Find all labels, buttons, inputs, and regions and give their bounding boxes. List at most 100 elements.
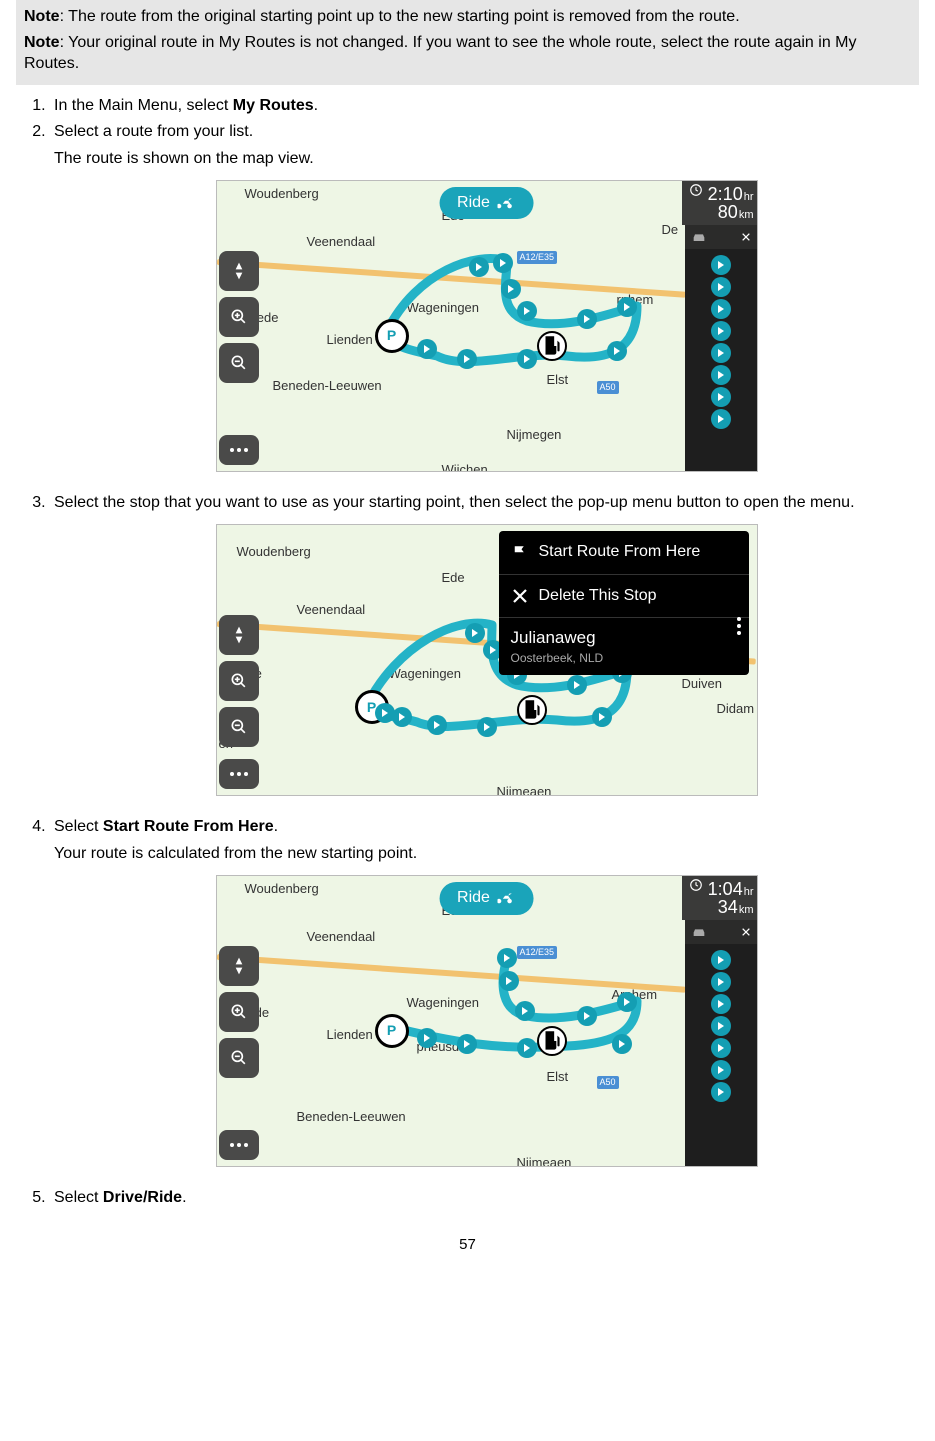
route-stop-icon[interactable] [577, 309, 597, 329]
route-stop-icon[interactable] [612, 1034, 632, 1054]
figure-1: Woudenberg Veenendaal Ede Duurstede Lien… [54, 180, 919, 472]
zoom-out-button[interactable] [219, 1038, 259, 1078]
ride-button[interactable]: Ride [439, 882, 534, 914]
zoom-in-button[interactable] [219, 992, 259, 1032]
route-bar-stop [711, 950, 731, 970]
zoom-in-button[interactable] [219, 661, 259, 701]
car-icon [691, 229, 707, 245]
map-label: Duiven [682, 675, 722, 693]
route-bar-stop [711, 1016, 731, 1036]
map-label: Lienden [327, 331, 373, 349]
start-route-here-item[interactable]: Start Route From Here [499, 531, 749, 574]
route-bar-stop [711, 1060, 731, 1080]
route-stop-icon[interactable] [517, 1038, 537, 1058]
delete-stop-item[interactable]: Delete This Stop [499, 575, 749, 618]
route-stop-icon[interactable] [427, 715, 447, 735]
route-bar-stop [711, 994, 731, 1014]
clock-icon [689, 878, 703, 892]
route-stop-icon[interactable] [517, 301, 537, 321]
route-stop-icon[interactable] [567, 675, 587, 695]
route-stop-icon[interactable] [577, 1006, 597, 1026]
route-bar[interactable] [685, 944, 757, 1166]
map-label: Wageningen [407, 994, 480, 1012]
map-label: Veenendaal [307, 928, 376, 946]
map-label: Nijmegen [507, 426, 562, 444]
zoom-out-button[interactable] [219, 343, 259, 383]
stop-location-label[interactable]: Julianaweg Oosterbeek, NLD [499, 618, 749, 675]
route-bar-stop [711, 365, 731, 385]
manual-page: Note: The route from the original starti… [0, 0, 935, 1283]
more-button[interactable] [219, 759, 259, 789]
route-stop-icon[interactable] [517, 349, 537, 369]
route-stop-icon[interactable] [592, 707, 612, 727]
route-stop-icon[interactable] [501, 279, 521, 299]
route-bar-stop [711, 299, 731, 319]
route-bar-stop [711, 277, 731, 297]
road-tag: A50 [597, 1076, 619, 1089]
eta-panel: 1:04hr 34km [682, 876, 758, 920]
route-stop-icon[interactable] [607, 341, 627, 361]
steps-list: In the Main Menu, select My Routes. Sele… [16, 93, 919, 1212]
popup-more-icon[interactable] [737, 617, 741, 635]
motorcycle-icon [498, 194, 516, 212]
route-stop-icon[interactable] [493, 253, 513, 273]
zoom-in-button[interactable] [219, 297, 259, 337]
step-5: Select Drive/Ride. [50, 1185, 919, 1211]
route-stop-icon[interactable] [417, 339, 437, 359]
map-controls [219, 251, 259, 383]
start-point-icon[interactable]: P [375, 319, 409, 353]
route-stop-icon[interactable] [515, 1001, 535, 1021]
route-info-panel: 2:10hr 80km [685, 181, 757, 471]
route-stop-icon[interactable] [392, 707, 412, 727]
map-label: Ede [442, 569, 465, 587]
orient-button[interactable] [219, 946, 259, 986]
close-icon[interactable] [741, 927, 751, 937]
route-stop-icon[interactable] [469, 257, 489, 277]
ride-button[interactable]: Ride [439, 187, 534, 219]
fuel-poi-icon[interactable] [517, 695, 547, 725]
route-stop-icon[interactable] [477, 717, 497, 737]
step-4: Select Start Route From Here. Your route… [50, 814, 919, 1185]
orient-button[interactable] [219, 251, 259, 291]
close-icon[interactable] [741, 232, 751, 242]
route-stop-icon[interactable] [617, 297, 637, 317]
step-4-sub: Your route is calculated from the new st… [54, 843, 919, 865]
step-1: In the Main Menu, select My Routes. [50, 93, 919, 119]
route-stop-icon[interactable] [457, 1034, 477, 1054]
route-bar-stop [711, 409, 731, 429]
note-2: Note: Your original route in My Routes i… [24, 32, 911, 75]
fuel-poi-icon[interactable] [537, 1026, 567, 1056]
route-bar[interactable] [685, 249, 757, 471]
map-label: Veenendaal [297, 601, 366, 619]
map-label: Beneden-Leeuwen [297, 1108, 406, 1126]
map-label: Wiichen [442, 461, 488, 472]
eta-panel: 2:10hr 80km [682, 181, 758, 225]
route-bar-stop [711, 343, 731, 363]
fuel-poi-icon[interactable] [537, 331, 567, 361]
route-stop-icon[interactable] [497, 948, 517, 968]
note-box: Note: The route from the original starti… [16, 0, 919, 85]
figure-2: Woudenberg Ede Veenendaal urstede Wageni… [54, 524, 919, 796]
more-button[interactable] [219, 1130, 259, 1160]
route-stop-icon[interactable] [457, 349, 477, 369]
route-stop-icon[interactable] [375, 703, 395, 723]
route-stop-icon[interactable] [465, 623, 485, 643]
route-bar-stop [711, 321, 731, 341]
more-button[interactable] [219, 435, 259, 465]
map-label: Woudenberg [245, 880, 319, 898]
map-controls [219, 946, 259, 1078]
step-2: Select a route from your list. The route… [50, 119, 919, 490]
map-label: Beneden-Leeuwen [273, 377, 382, 395]
map-label: Wageningen [389, 665, 462, 683]
route-stop-icon[interactable] [617, 992, 637, 1012]
route-stop-icon[interactable] [417, 1028, 437, 1048]
zoom-out-button[interactable] [219, 707, 259, 747]
map-label: Elst [547, 371, 569, 389]
map-label: Niimeaen [497, 783, 552, 796]
route-bar-stop [711, 1082, 731, 1102]
route-stop-icon[interactable] [499, 971, 519, 991]
start-point-icon[interactable]: P [375, 1014, 409, 1048]
map-label: Wageningen [407, 299, 480, 317]
orient-button[interactable] [219, 615, 259, 655]
nav-screenshot-3: Woudenberg Veenendaal Ede uurstede Liend… [216, 875, 758, 1167]
